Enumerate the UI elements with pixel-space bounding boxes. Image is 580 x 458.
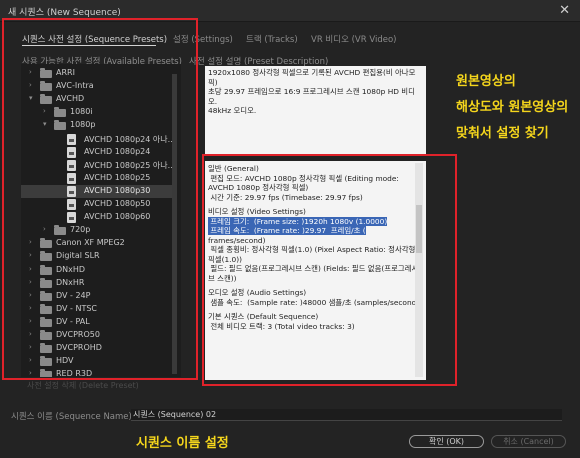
- sequence-name-label: 시퀀스 이름 (Sequence Name):: [11, 412, 135, 422]
- tab-tracks[interactable]: 트랙 (Tracks): [246, 33, 298, 45]
- annotation-sequence-name: 시퀀스 이름 설정: [136, 436, 229, 451]
- annotation-source-line3: 맞춰서 설정 찾기: [456, 126, 549, 141]
- preset-summary-text: 1920x1080 정사각형 픽셀으로 기록된 AVCHD 편집용(비 아나모픽…: [208, 68, 416, 115]
- ok-button[interactable]: 확인 (OK): [409, 435, 484, 448]
- annotation-source-line2: 해상도와 원본영상의: [456, 100, 569, 115]
- tab-vr-video[interactable]: VR 비디오 (VR Video): [311, 33, 396, 45]
- sequence-name-input[interactable]: 시퀀스 (Sequence) 02: [131, 409, 562, 421]
- details-highlight-box: [202, 154, 457, 386]
- window-title: 새 시퀀스 (New Sequence): [8, 8, 121, 18]
- close-icon[interactable]: ✕: [559, 3, 570, 18]
- presets-highlight-box: [2, 18, 198, 380]
- cancel-button[interactable]: 취소 (Cancel): [491, 435, 566, 448]
- preset-summary: 1920x1080 정사각형 픽셀으로 기록된 AVCHD 편집용(비 아나모픽…: [205, 66, 426, 154]
- annotation-source-line1: 원본영상의: [456, 74, 516, 89]
- delete-preset-button[interactable]: 사전 설정 삭제 (Delete Preset): [27, 380, 139, 391]
